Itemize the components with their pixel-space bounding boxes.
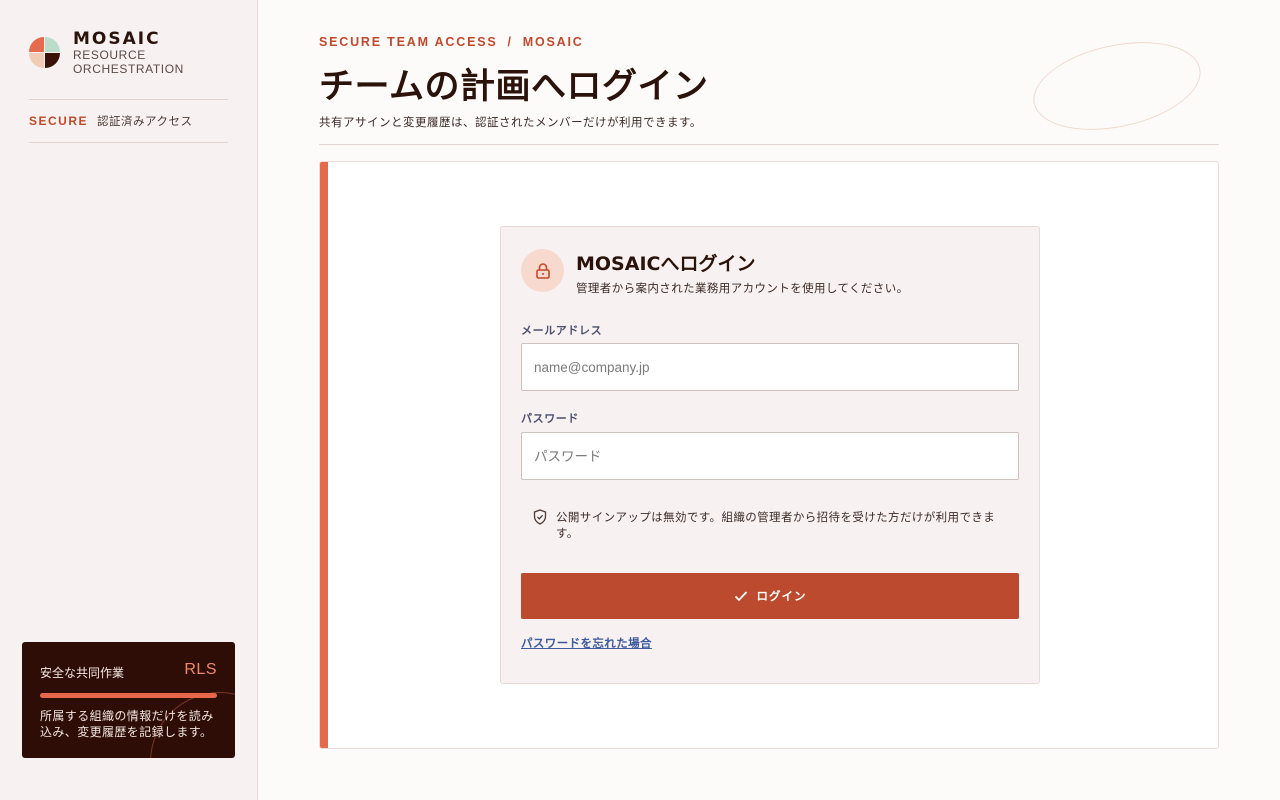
brand-text: MOSAIC RESOURCE ORCHESTRATION: [73, 30, 184, 76]
login-card-subtitle: 管理者から案内された業務用アカウントを使用してください。: [576, 281, 909, 295]
page-title: チームの計画へログイン: [319, 67, 709, 107]
brand[interactable]: MOSAIC RESOURCE ORCHESTRATION: [29, 30, 184, 76]
login-card: MOSAICへログイン 管理者から案内された業務用アカウントを使用してください。…: [500, 226, 1040, 684]
secure-status: SECURE 認証済みアクセス: [29, 99, 228, 143]
check-icon: [734, 591, 747, 602]
main-panel: MOSAICへログイン 管理者から案内された業務用アカウントを使用してください。…: [319, 161, 1219, 749]
shield-check-icon: [533, 509, 547, 541]
rls-progress-fill: [40, 693, 217, 698]
password-label: パスワード: [521, 412, 579, 425]
signup-notice: 公開サインアップは無効です。組織の管理者から招待を受けた方だけが利用できます。: [533, 509, 1013, 541]
rls-card-title: 安全な共同作業: [40, 666, 125, 680]
password-field[interactable]: [521, 432, 1019, 480]
breadcrumb-separator: /: [507, 35, 513, 49]
page-subtitle: 共有アサインと変更履歴は、認証されたメンバーだけが利用できます。: [319, 115, 702, 129]
rls-card: 安全な共同作業 RLS 所属する組織の情報だけを読み込み、変更履歴を記録します。: [22, 642, 235, 758]
breadcrumb-item-mosaic[interactable]: MOSAIC: [523, 35, 584, 49]
sidebar: MOSAIC RESOURCE ORCHESTRATION SECURE 認証済…: [0, 0, 258, 800]
mosaic-logo-icon: [29, 37, 60, 68]
login-button-label: ログイン: [756, 591, 807, 603]
decorative-ellipse: [1025, 28, 1209, 144]
rls-badge: RLS: [184, 661, 217, 678]
brand-sub-line1: RESOURCE: [73, 48, 146, 62]
forgot-password-link[interactable]: パスワードを忘れた場合: [521, 635, 652, 651]
breadcrumb: SECURE TEAM ACCESS / MOSAIC: [319, 35, 584, 49]
secure-tag: SECURE: [29, 114, 89, 128]
panel-accent-bar: [320, 162, 328, 748]
rls-card-description: 所属する組織の情報だけを読み込み、変更履歴を記録します。: [40, 709, 214, 739]
secure-text: 認証済みアクセス: [97, 114, 193, 128]
breadcrumb-item-secure-team-access[interactable]: SECURE TEAM ACCESS: [319, 35, 497, 49]
login-button[interactable]: ログイン: [521, 573, 1019, 619]
lock-icon: [521, 249, 564, 292]
email-field[interactable]: [521, 343, 1019, 391]
brand-sub-line2: ORCHESTRATION: [73, 62, 184, 76]
login-card-title: MOSAICへログイン: [576, 253, 756, 275]
signup-notice-text: 公開サインアップは無効です。組織の管理者から招待を受けた方だけが利用できます。: [556, 510, 996, 540]
header-divider: [319, 144, 1219, 145]
email-label: メールアドレス: [521, 324, 603, 337]
brand-name: MOSAIC: [73, 29, 161, 49]
rls-progress-bar: [40, 693, 217, 698]
